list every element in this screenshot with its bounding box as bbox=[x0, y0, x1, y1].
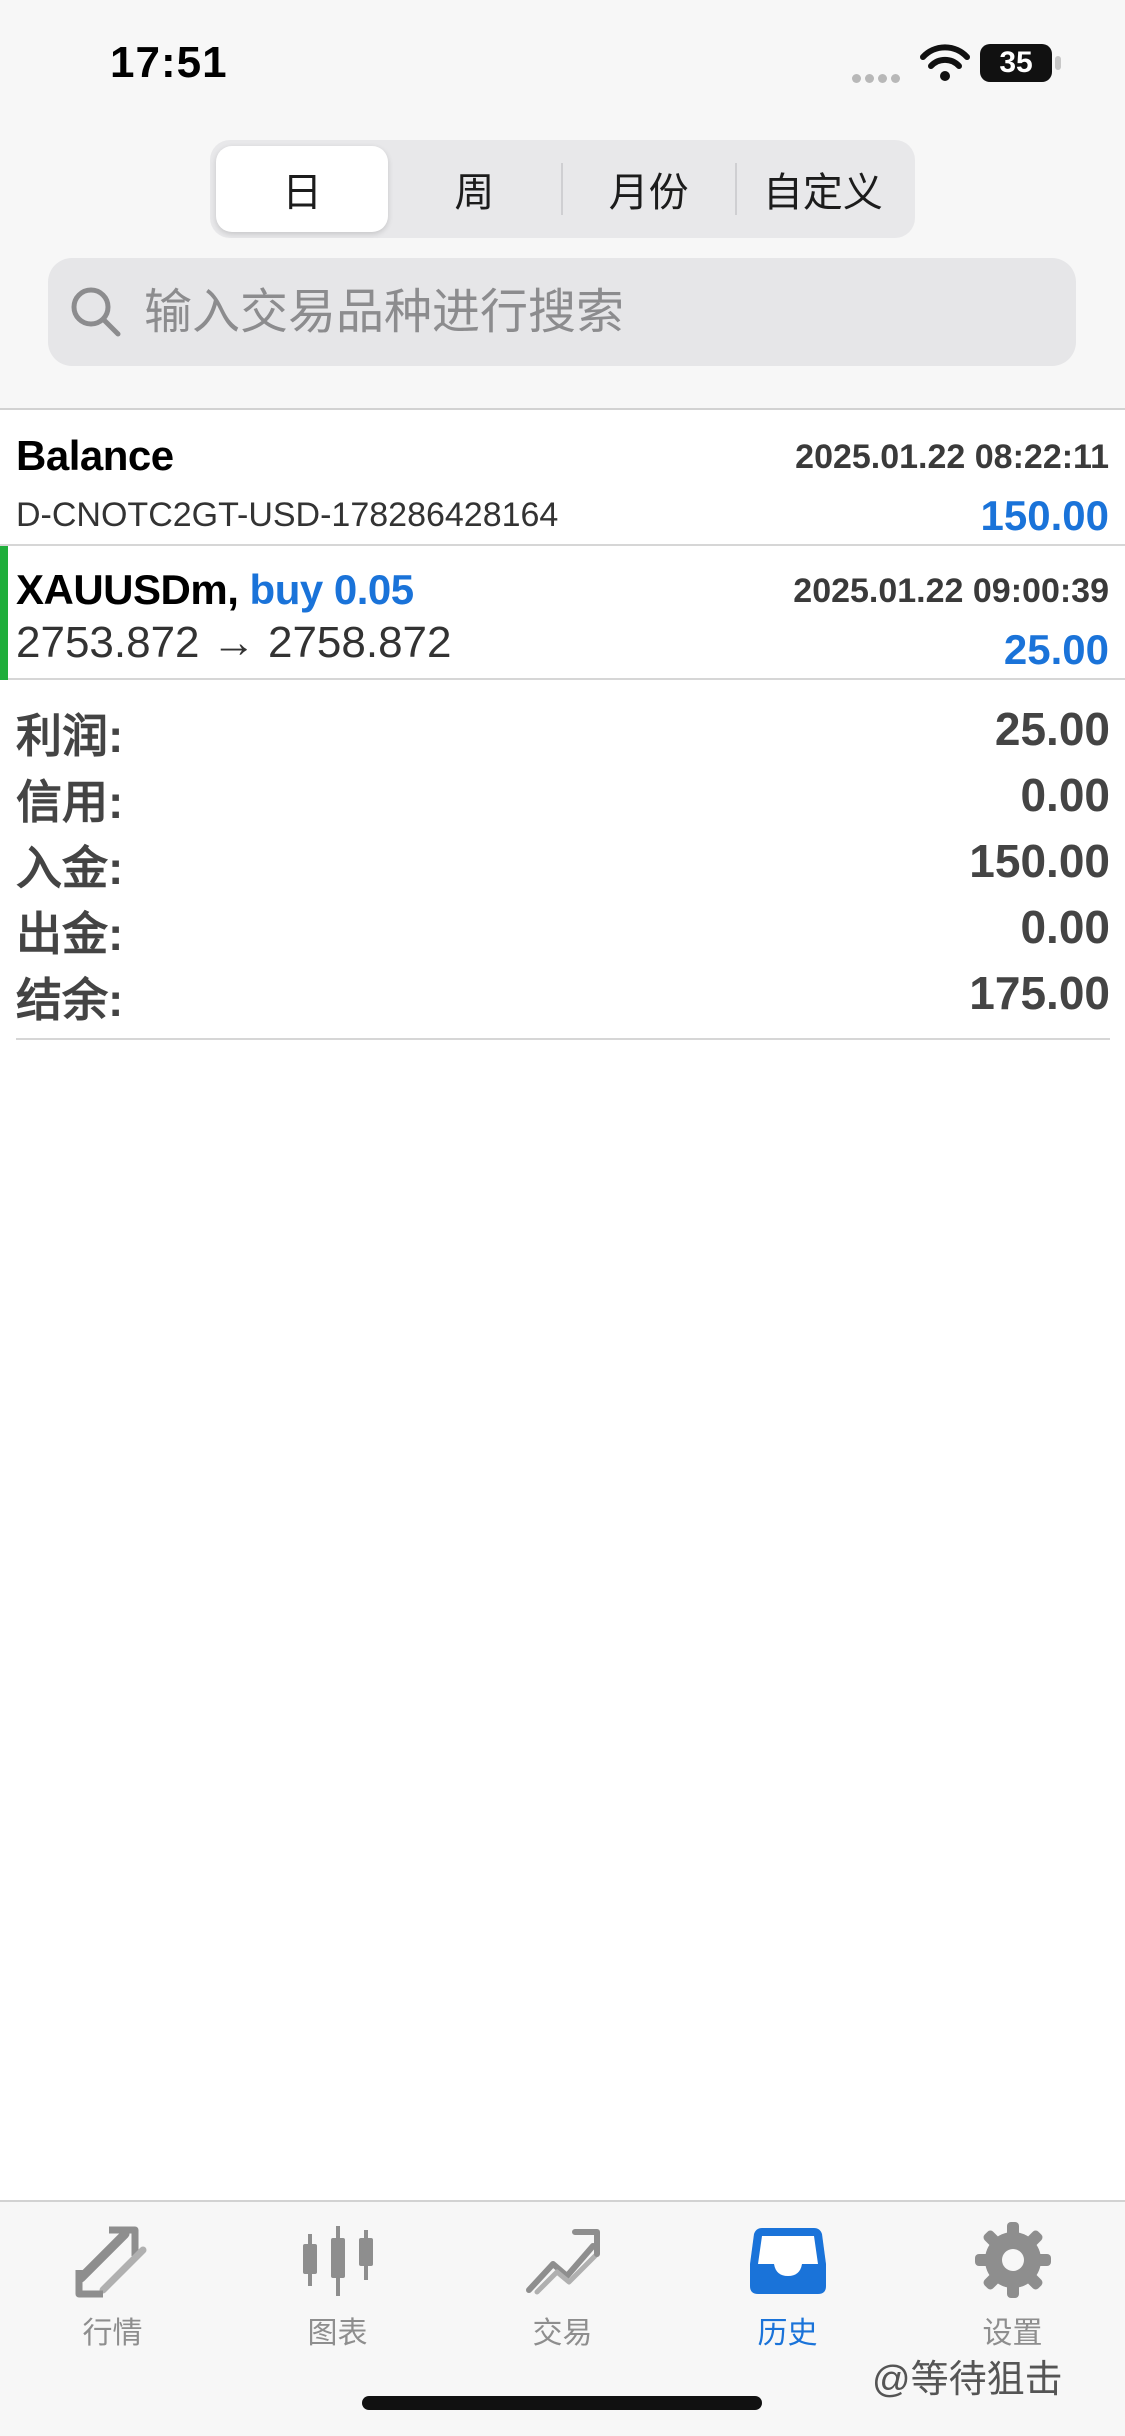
settings-gear-icon bbox=[974, 2222, 1051, 2298]
candlestick-chart-icon bbox=[302, 2226, 373, 2296]
row-amount: 25.00 bbox=[1003, 626, 1109, 673]
period-segmented-control: 日 周 月份 自定义 bbox=[210, 140, 915, 238]
summary-withdrawal: 出金: 0.00 bbox=[16, 898, 1110, 964]
summary-label: 信用: bbox=[16, 776, 124, 828]
tab-label: 设置 bbox=[982, 2317, 1043, 2350]
cellular-signal-icon bbox=[852, 70, 904, 88]
summary-label: 结余: bbox=[16, 974, 124, 1026]
history-screen: 17:51 35 日 周 月份 自定义 Bala bbox=[0, 0, 1125, 2436]
row-subtitle: D-CNOTC2GT-USD-178286428164 bbox=[16, 496, 559, 534]
segment-custom[interactable]: 自定义 bbox=[737, 146, 909, 232]
summary-credit: 信用: 0.00 bbox=[16, 766, 1110, 832]
segment-week[interactable]: 周 bbox=[388, 146, 560, 232]
row-title: XAUUSDm, buy 0.05 bbox=[16, 566, 414, 614]
summary-section: 利润: 25.00 信用: 0.00 入金: 150.00 出金: 0.00 结… bbox=[16, 700, 1110, 1040]
tab-label: 图表 bbox=[307, 2317, 368, 2350]
tab-label: 行情 bbox=[82, 2317, 143, 2350]
search-input[interactable] bbox=[144, 284, 1044, 340]
battery-icon: 35 bbox=[980, 44, 1052, 82]
status-time: 17:51 bbox=[110, 38, 228, 87]
history-inbox-icon bbox=[749, 2228, 826, 2294]
summary-profit: 利润: 25.00 bbox=[16, 700, 1110, 766]
watermark: @等待狙击 bbox=[872, 2359, 1063, 2401]
segment-day[interactable]: 日 bbox=[216, 146, 389, 232]
row-time: 2025.01.22 09:00:39 bbox=[793, 572, 1109, 610]
trade-symbol: XAUUSDm, bbox=[16, 566, 239, 613]
search-icon bbox=[71, 287, 121, 337]
summary-value: 175.00 bbox=[969, 967, 1110, 1019]
summary-value: 150.00 bbox=[969, 835, 1110, 887]
history-row-balance[interactable]: Balance 2025.01.22 08:22:11 D-CNOTC2GT-U… bbox=[0, 412, 1125, 546]
row-time: 2025.01.22 08:22:11 bbox=[795, 438, 1109, 476]
history-row-trade[interactable]: XAUUSDm, buy 0.05 2025.01.22 09:00:39 27… bbox=[0, 546, 1125, 680]
tab-quotes[interactable]: 行情 bbox=[0, 2220, 225, 2360]
battery-cap bbox=[1055, 56, 1061, 70]
summary-label: 出金: bbox=[16, 908, 124, 960]
tab-history[interactable]: 历史 bbox=[675, 2220, 900, 2360]
buy-marker bbox=[0, 546, 8, 680]
row-amount: 150.00 bbox=[980, 492, 1109, 539]
summary-deposit: 入金: 150.00 bbox=[16, 832, 1110, 898]
trade-trend-icon bbox=[525, 2229, 600, 2295]
quotes-arrows-icon bbox=[75, 2226, 146, 2298]
trade-side: buy 0.05 bbox=[249, 566, 415, 613]
summary-label: 利润: bbox=[16, 710, 124, 762]
tab-charts[interactable]: 图表 bbox=[225, 2220, 450, 2360]
row-title: Balance bbox=[16, 432, 174, 479]
status-bar: 17:51 35 bbox=[0, 0, 1125, 130]
home-indicator[interactable] bbox=[362, 2396, 762, 2410]
tab-settings[interactable]: 设置 bbox=[900, 2220, 1125, 2360]
search-bar[interactable] bbox=[48, 258, 1076, 366]
header-area: 17:51 35 日 周 月份 自定义 bbox=[0, 0, 1125, 410]
summary-value: 0.00 bbox=[1020, 769, 1110, 821]
summary-balance: 结余: 175.00 bbox=[16, 964, 1110, 1030]
tab-trade[interactable]: 交易 bbox=[450, 2220, 675, 2360]
summary-value: 0.00 bbox=[1020, 901, 1110, 953]
segment-month[interactable]: 月份 bbox=[563, 146, 735, 232]
summary-label: 入金: bbox=[16, 842, 124, 894]
tab-label: 交易 bbox=[532, 2317, 593, 2350]
summary-value: 25.00 bbox=[994, 703, 1110, 755]
trade-prices: 2753.872 → 2758.872 bbox=[16, 618, 452, 667]
wifi-icon bbox=[920, 44, 970, 81]
tab-label: 历史 bbox=[757, 2317, 818, 2350]
